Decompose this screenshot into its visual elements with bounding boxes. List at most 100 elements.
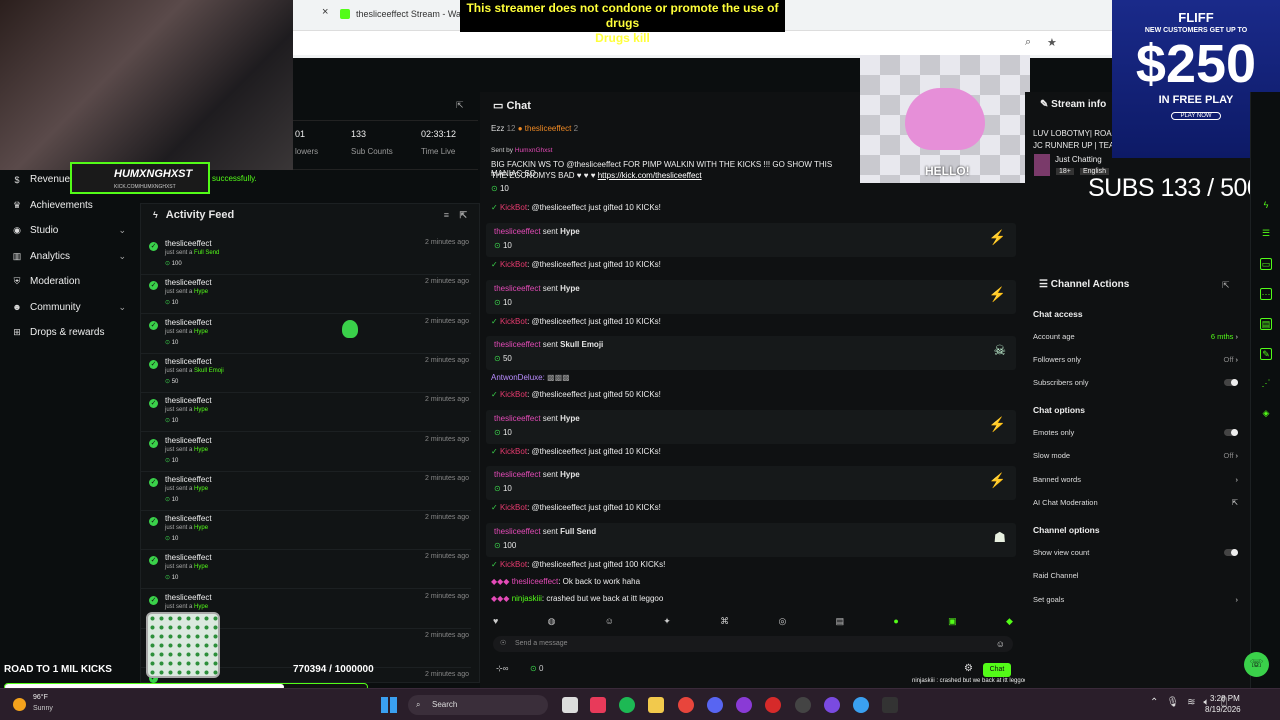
check-icon: ✓ bbox=[491, 317, 500, 326]
slow-mode-row[interactable]: Slow mode Off › bbox=[1033, 451, 1238, 460]
heart-emote-icon[interactable]: ♥ bbox=[493, 616, 498, 630]
check-icon: ✓ bbox=[149, 359, 158, 369]
gift-card: thesliceeffect sent Full Send ⊙ 100 ☗ bbox=[486, 523, 1016, 557]
chat-title: ▭ Chat bbox=[493, 100, 531, 112]
pinned-link[interactable]: https://kick.com/thesliceeffect bbox=[598, 171, 702, 180]
view-count-toggle[interactable] bbox=[1224, 549, 1238, 556]
alien-emote-icon[interactable]: ● bbox=[893, 616, 898, 630]
feed-user: thesliceeffect bbox=[165, 317, 212, 327]
globe-emote-icon[interactable]: ◎ bbox=[778, 616, 786, 630]
activity-feed-item: ✓ thesliceeffect just sent a Hype ⊙ 10 2 min… bbox=[141, 393, 471, 433]
search-icon: ⌕ bbox=[416, 700, 421, 709]
feed-time: 2 minutes ago bbox=[425, 239, 469, 246]
help-fab-icon[interactable]: ☏ bbox=[1244, 652, 1269, 677]
zoom-icon[interactable]: ⌕ bbox=[1025, 36, 1031, 49]
followers-only-row[interactable]: Followers only Off › bbox=[1033, 355, 1238, 364]
check-icon: ✓ bbox=[491, 203, 500, 212]
ninja-emote-icon[interactable]: ✦ bbox=[663, 616, 671, 630]
bat-emote-icon[interactable]: ⌘ bbox=[720, 616, 729, 630]
app-red-icon[interactable] bbox=[765, 697, 781, 713]
ghost-emote-icon[interactable]: ◍ bbox=[548, 616, 556, 630]
feed-user: thesliceeffect bbox=[165, 239, 212, 248]
bookmark-star-icon[interactable]: ★ bbox=[1047, 36, 1057, 49]
check-icon: ✓ bbox=[149, 281, 158, 291]
feed-amount: ⊙ 10 bbox=[165, 575, 179, 582]
feed-action: just sent a Hype bbox=[165, 525, 209, 532]
card-emote-icon[interactable]: ▤ bbox=[836, 616, 845, 630]
chrome-2-icon[interactable] bbox=[853, 697, 869, 713]
taskbar-search[interactable]: ⌕ Search bbox=[408, 695, 548, 715]
box-emote-icon[interactable]: ▣ bbox=[948, 616, 957, 630]
app-violet-icon[interactable] bbox=[824, 697, 840, 713]
feed-action: just sent a Hype bbox=[165, 289, 209, 296]
road-label: ROAD TO 1 MIL KICKS bbox=[4, 664, 112, 675]
banned-words-row[interactable]: Banned words › bbox=[1033, 475, 1238, 484]
target-icon[interactable]: ◈ bbox=[1260, 408, 1272, 420]
chat-send-button[interactable]: Chat bbox=[983, 663, 1011, 677]
feed-user: thesliceeffect bbox=[165, 396, 212, 406]
show-view-count-row[interactable]: Show view count bbox=[1033, 548, 1238, 557]
stream-category[interactable]: Just Chatting bbox=[1055, 155, 1102, 164]
code-icon[interactable]: ⋯ bbox=[1260, 288, 1272, 300]
sidebar-item-drops[interactable]: ⊞ Drops & rewards bbox=[0, 320, 140, 346]
popout-icon[interactable]: ⇱ bbox=[456, 100, 464, 111]
ad-cta[interactable]: PLAY NOW bbox=[1171, 112, 1221, 120]
app-purple-icon[interactable] bbox=[736, 697, 752, 713]
terminal-icon[interactable] bbox=[882, 697, 898, 713]
tab-close-icon[interactable]: × bbox=[322, 6, 328, 18]
set-goals-row[interactable]: Set goals › bbox=[1033, 595, 1238, 604]
ai-moderation-row[interactable]: AI Chat Moderation ⇱ bbox=[1033, 498, 1238, 507]
popout-icon[interactable]: ⇱ bbox=[1222, 280, 1230, 291]
chat-icon[interactable]: ▭ bbox=[1260, 258, 1272, 270]
list-icon[interactable]: ☰ bbox=[1260, 228, 1272, 240]
raid-channel-row[interactable]: Raid Channel bbox=[1033, 571, 1238, 580]
emotes-only-toggle[interactable] bbox=[1224, 429, 1238, 436]
sidebar-item-achievements[interactable]: ♛ Achievements bbox=[0, 193, 140, 219]
stream-stats: 01 lowers 133 Sub Counts 02:33:12 Time Live bbox=[293, 120, 478, 170]
discord-icon[interactable] bbox=[707, 697, 723, 713]
folder-icon[interactable] bbox=[648, 697, 664, 713]
chat-message: AntwonDeluxe: ▩▩▩ bbox=[491, 373, 570, 382]
windows-start-icon[interactable] bbox=[381, 697, 397, 713]
lightning-icon[interactable]: ϟ bbox=[1260, 200, 1272, 212]
chat-input[interactable]: ☉ Send a message ☺ bbox=[493, 636, 1013, 652]
spotify-icon[interactable] bbox=[619, 697, 635, 713]
face-emote-icon[interactable]: ☺ bbox=[605, 616, 614, 630]
stream-info-desc: LUV LOBOTMY| ROAD bbox=[1033, 129, 1118, 138]
subscribers-only-toggle[interactable] bbox=[1224, 379, 1238, 386]
feed-amount: ⊙ 10 bbox=[165, 496, 179, 503]
obs-icon[interactable] bbox=[795, 697, 811, 713]
account-age-row[interactable]: Account age 6 mths › bbox=[1033, 332, 1238, 341]
pencil-icon: ✎ bbox=[1040, 99, 1052, 110]
chrome-icon[interactable] bbox=[678, 697, 694, 713]
emotes-only-row[interactable]: Emotes only bbox=[1033, 428, 1238, 437]
check-icon: ✓ bbox=[149, 556, 158, 566]
sidebar-item-studio[interactable]: ◉ Studio ⌄ bbox=[0, 218, 140, 244]
ad-brand: FLIFF bbox=[1178, 10, 1214, 25]
chat-settings-icon[interactable]: ⚙ bbox=[964, 663, 973, 674]
music-app-icon[interactable] bbox=[590, 697, 606, 713]
panel-icon[interactable]: ▤ bbox=[1260, 318, 1272, 330]
check-icon: ✓ bbox=[149, 242, 158, 251]
sidebar-item-moderation[interactable]: ⛨ Moderation bbox=[0, 269, 140, 295]
share-icon[interactable]: ⋰ bbox=[1260, 378, 1272, 390]
top-amount: ⊙ 10 bbox=[491, 184, 509, 193]
popout-icon[interactable]: ⇱ bbox=[459, 210, 467, 221]
emoji-picker-icon[interactable]: ☺ bbox=[996, 636, 1005, 652]
sidebar-item-community[interactable]: ☻ Community ⌄ bbox=[0, 295, 140, 321]
chevron-down-icon: ⌄ bbox=[118, 250, 126, 261]
activity-feed-header: ϟ Activity Feed ≡ ⇱ bbox=[141, 204, 479, 226]
file-explorer-icon[interactable] bbox=[562, 697, 578, 713]
feed-time: 2 minutes ago bbox=[425, 632, 469, 639]
filter-icon[interactable]: ≡ bbox=[444, 210, 449, 220]
wrench-icon[interactable]: ✎ bbox=[1260, 348, 1272, 360]
badge-url: KICK.COM/HUMXNGHXST bbox=[114, 184, 176, 190]
sidebar: $ Revenue ♛ Achievements ◉ Studio ⌄ ▥ Analyti… bbox=[0, 167, 140, 527]
sidebar-item-analytics[interactable]: ▥ Analytics ⌄ bbox=[0, 244, 140, 270]
stream-info-title: ✎ Stream info bbox=[1040, 99, 1107, 110]
subscribers-only-row[interactable]: Subscribers only bbox=[1033, 378, 1238, 387]
feed-action: just sent a Skull Emoji bbox=[165, 367, 224, 374]
weather-desc: Sunny bbox=[33, 705, 53, 712]
feed-amount: ⊙ 100 bbox=[165, 261, 182, 267]
kick-emote-icon[interactable]: ◆ bbox=[1006, 616, 1013, 630]
